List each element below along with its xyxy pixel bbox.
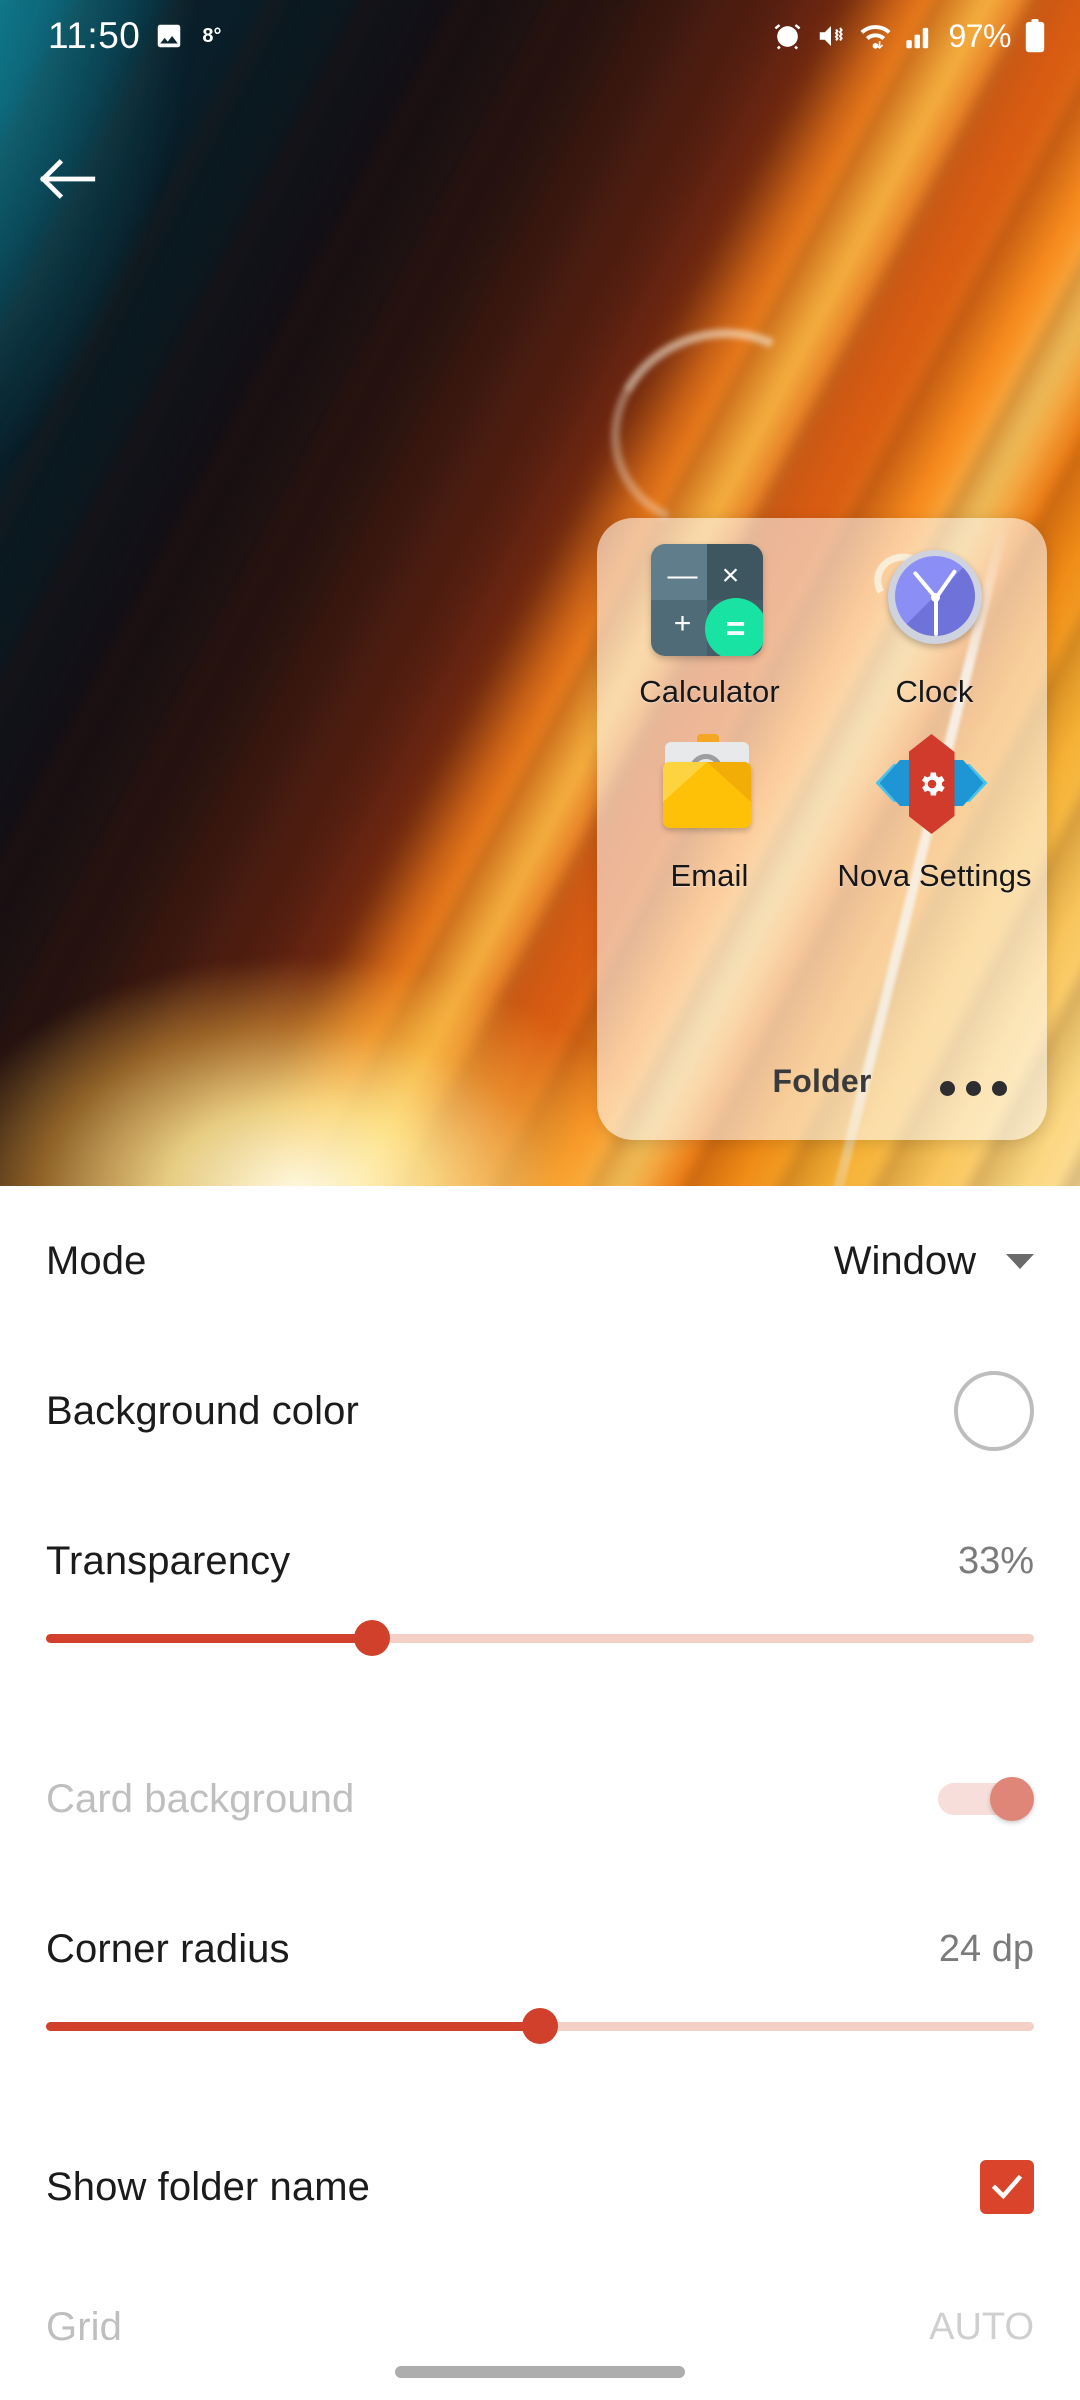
transparency-value: 33% — [957, 1539, 1034, 1582]
corner-radius-label: Corner radius — [46, 1926, 290, 1971]
folder-app-clock[interactable]: Clock — [822, 544, 1047, 710]
gesture-navigation-bar[interactable] — [395, 2366, 685, 2378]
folder-app-label: Clock — [895, 674, 974, 709]
folder-app-label: Nova Settings — [837, 858, 1032, 893]
grid-value: AUTO — [929, 2305, 1034, 2348]
show-folder-name-checkbox[interactable] — [980, 2160, 1034, 2214]
mode-dropdown[interactable]: Window — [834, 1239, 1034, 1284]
back-arrow-icon — [37, 153, 99, 210]
calculator-times-symbol: × — [721, 559, 740, 592]
phone-screen: 11:50 8° 97% — × + = Calculator Clock Em… — [0, 0, 1080, 2400]
calculator-minus-symbol: — — [667, 559, 698, 592]
wallpaper-preview: 11:50 8° 97% — × + = Calculator Clock Em… — [0, 0, 1080, 1186]
folder-app-nova-settings[interactable]: Nova Settings — [822, 728, 1047, 894]
calculator-plus-symbol: + — [673, 607, 692, 640]
status-temperature: 8° — [202, 24, 222, 47]
folder-settings-panel: Mode Window Background color Transparenc… — [0, 1186, 1080, 2400]
chevron-down-icon — [1006, 1253, 1034, 1269]
status-clock: 11:50 — [48, 15, 141, 56]
cellular-signal-icon — [905, 22, 935, 50]
corner-radius-slider[interactable] — [0, 1996, 1080, 2056]
setting-row-mode[interactable]: Mode Window — [0, 1186, 1080, 1336]
folder-app-email[interactable]: Email — [597, 728, 822, 894]
folder-popup-preview[interactable]: — × + = Calculator Clock Email Nova Sett… — [597, 518, 1047, 1140]
corner-radius-slider-fill — [46, 2022, 540, 2031]
transparency-slider[interactable] — [0, 1608, 1080, 1668]
setting-row-card-background: Card background — [0, 1724, 1080, 1874]
grid-label: Grid — [46, 2304, 122, 2349]
battery-percent-label: 97% — [948, 17, 1011, 54]
nova-settings-icon — [875, 728, 994, 846]
card-background-toggle[interactable] — [938, 1775, 1034, 1823]
folder-app-grid: — × + = Calculator Clock Email Nova Sett… — [597, 544, 1047, 894]
email-icon — [651, 728, 769, 846]
calculator-icon: — × + = — [650, 544, 769, 662]
folder-overflow-menu-icon[interactable] — [940, 1081, 1007, 1096]
background-color-label: Background color — [46, 1388, 359, 1433]
folder-name-label: Folder — [772, 1063, 872, 1099]
corner-radius-value: 24 dp — [938, 1927, 1034, 1970]
back-button[interactable] — [22, 135, 114, 227]
status-bar: 11:50 8° 97% — [0, 0, 1080, 72]
status-bar-right: 97% — [772, 18, 1046, 55]
corner-radius-slider-thumb[interactable] — [522, 2008, 558, 2044]
transparency-slider-thumb[interactable] — [354, 1620, 390, 1656]
folder-app-label: Calculator — [639, 674, 780, 709]
mode-label: Mode — [46, 1238, 147, 1283]
transparency-slider-fill — [46, 1634, 372, 1643]
clock-icon — [866, 544, 994, 662]
vibrate-mute-icon — [816, 21, 846, 51]
wifi-icon — [859, 21, 892, 51]
setting-row-background-color[interactable]: Background color — [0, 1336, 1080, 1486]
calculator-equals-symbol: = — [704, 598, 763, 656]
toggle-knob — [990, 1777, 1034, 1821]
folder-app-label: Email — [670, 858, 749, 893]
photo-icon — [154, 21, 184, 51]
show-folder-name-label: Show folder name — [46, 2164, 371, 2209]
card-background-label: Card background — [46, 1776, 355, 1821]
setting-row-show-folder-name[interactable]: Show folder name — [0, 2112, 1080, 2262]
mode-value: Window — [833, 1238, 976, 1283]
alarm-icon — [772, 21, 803, 52]
folder-app-calculator[interactable]: — × + = Calculator — [597, 544, 822, 710]
background-color-swatch[interactable] — [954, 1371, 1034, 1451]
battery-icon — [1024, 19, 1046, 53]
status-bar-left: 11:50 8° — [48, 15, 221, 57]
transparency-label: Transparency — [46, 1538, 291, 1583]
